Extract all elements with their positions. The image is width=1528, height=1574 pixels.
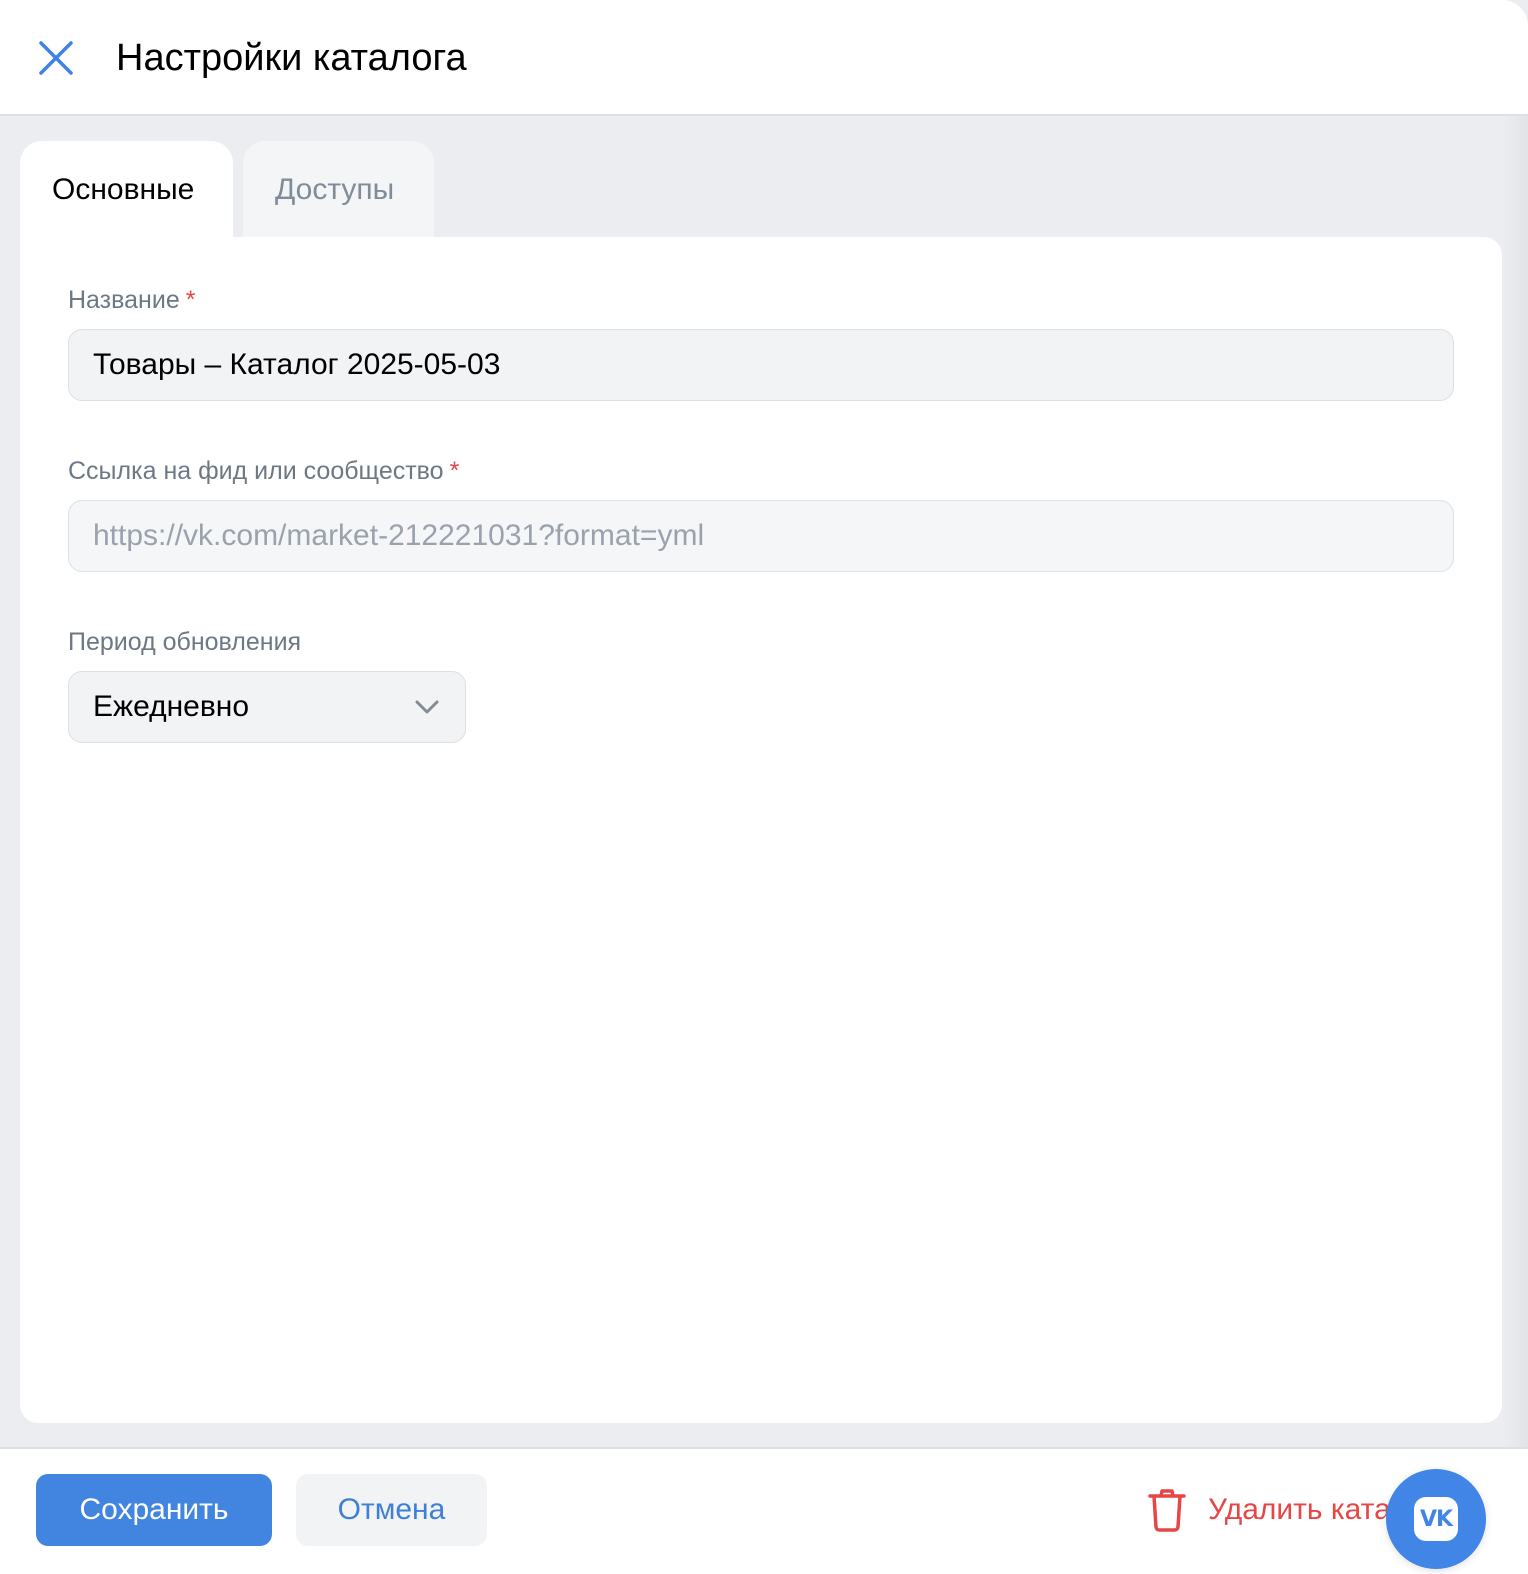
required-mark: *: [185, 286, 196, 314]
trash-icon: [1148, 1489, 1186, 1532]
save-button[interactable]: Сохранить: [36, 1474, 272, 1546]
chevron-down-icon: [415, 700, 439, 714]
name-input[interactable]: Товары – Каталог 2025-05-03: [68, 329, 1454, 401]
close-button[interactable]: [30, 32, 82, 84]
vk-logo-icon: VK: [1414, 1497, 1458, 1541]
tab-access[interactable]: Доступы: [243, 141, 434, 239]
cancel-button[interactable]: Отмена: [296, 1474, 487, 1546]
edge-shadow: [1502, 116, 1528, 1447]
feed-link-field-label: Ссылка на фид или сообщество *: [68, 456, 459, 486]
required-mark: *: [449, 457, 460, 485]
name-input-value: Товары – Каталог 2025-05-03: [93, 348, 501, 381]
update-period-label-text: Период обновления: [68, 628, 302, 656]
footer: Сохранить Отмена Удалить каталог: [0, 1447, 1528, 1574]
feed-link-label-text: Ссылка на фид или сообщество: [68, 457, 444, 485]
vk-chat-button[interactable]: VK: [1386, 1469, 1486, 1569]
close-icon: [39, 41, 73, 75]
name-label-text: Название: [68, 286, 180, 314]
catalog-settings-panel: Настройки каталога Основные Доступы Назв…: [0, 0, 1528, 1574]
update-period-select[interactable]: Ежедневно: [68, 671, 466, 743]
tab-bar: Основные Доступы: [20, 141, 434, 239]
page-title: Настройки каталога: [116, 37, 467, 79]
feed-link-input[interactable]: https://vk.com/market-212221031?format=y…: [68, 500, 1454, 572]
header: Настройки каталога: [0, 0, 1528, 116]
tab-content: Название * Товары – Каталог 2025-05-03 Сс…: [20, 237, 1502, 1423]
feed-link-input-value: https://vk.com/market-212221031?format=y…: [93, 519, 705, 552]
name-field-label: Название *: [68, 285, 195, 315]
tab-main[interactable]: Основные: [20, 141, 233, 239]
update-period-value: Ежедневно: [93, 690, 250, 723]
update-period-field-label: Период обновления: [68, 627, 301, 657]
vk-logo-text: VK: [1419, 1506, 1453, 1532]
